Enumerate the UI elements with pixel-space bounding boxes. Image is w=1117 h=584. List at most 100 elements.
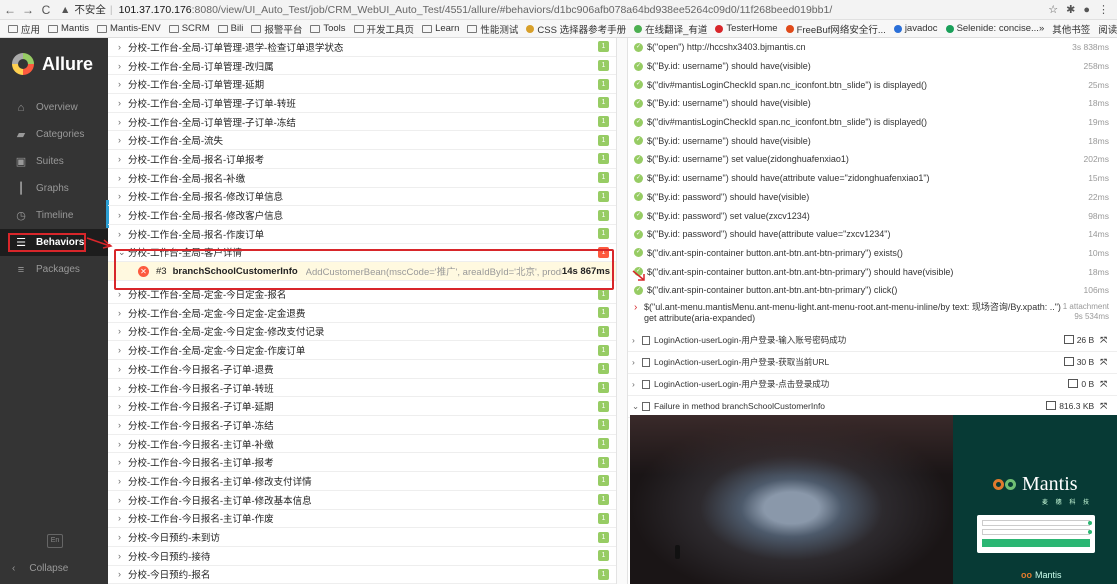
test-step[interactable]: ✓ $("By.id: username") should have(visibl… [628,131,1117,150]
allure-logo[interactable]: Allure [0,38,108,90]
menu-icon[interactable]: ⋮ [1098,3,1109,16]
bookmark-item[interactable]: FreeBuf网络安全行... [785,22,886,36]
test-step[interactable]: ✓ $("div#mantisLoginCheckId span.nc_iconf… [628,113,1117,132]
feature-row[interactable]: › 分校-工作台-全局-报名-作废订单 1 [108,225,616,244]
feature-row[interactable]: › 分校-工作台-全局-定金-今日定金-定金退费 1 [108,304,616,323]
test-step[interactable]: ✓ $("By.id: password") set value(zxcv1234… [628,206,1117,225]
test-step[interactable]: ✓ $("open") http://hccshx3403.bjmantis.cn… [628,38,1117,57]
bookmark-item[interactable]: Learn [422,23,459,34]
back-icon[interactable]: ← [2,2,18,18]
passed-check-icon: ✓ [634,98,643,108]
bookmark-item[interactable]: 性能测试 [467,22,518,36]
forward-icon[interactable]: → [20,2,36,18]
test-step[interactable]: ✓ $("By.id: username") should have(visibl… [628,94,1117,113]
feature-row[interactable]: › 分校-工作台-今日报名-主订单-作废 1 [108,510,616,529]
attachment-row[interactable]: › LoginAction-userLogin-用户登录-点击登录成功 0 B ⤧ [628,374,1117,396]
language-button[interactable]: En [47,534,63,548]
bookmark-item[interactable]: 报警平台 [251,22,302,36]
test-step[interactable]: ✓ $("By.id: username") should have(visibl… [628,57,1117,76]
feature-row[interactable]: › 分校-工作台-全局-流失 1 [108,131,616,151]
sidebar-item-overview[interactable]: ⌂ Overview [0,94,108,121]
bookmark-item[interactable]: SCRM [168,23,210,34]
passed-count-badge: 1 [598,419,609,431]
bookmark-item[interactable]: javadoc [893,23,938,34]
sidebar-item-timeline[interactable]: ◷ Timeline [0,202,108,229]
chevron-right-icon: › [118,513,121,524]
bookmark-item[interactable]: TesterHome [715,23,778,34]
sidebar-item-packages[interactable]: ≡ Packages [0,256,108,283]
test-step[interactable]: ✓ $("div.ant-spin-container button.ant-bt… [628,244,1117,263]
feature-row[interactable]: › 分校-工作台-今日报名-子订单-冻结 1 [108,416,616,435]
collapse-button[interactable]: ‹ Collapse [0,552,108,584]
bookmark-item[interactable]: 在线翻译_有道 [634,22,707,36]
feature-row[interactable]: › 分校-工作台-今日报名-主订单-修改支付详情 1 [108,472,616,491]
bookmark-overflow-item[interactable]: » [1039,23,1044,34]
bookmark-item[interactable]: Mantis-ENV [97,23,161,34]
sidebar-item-categories[interactable]: ▰ Categories [0,121,108,148]
passed-count-badge: 1 [598,325,609,337]
bookmark-item[interactable]: 应用 [8,22,40,36]
feature-row[interactable]: › 分校-工作台-今日报名-主订单-报考 1 [108,453,616,473]
pane-splitter[interactable] [616,38,628,584]
star-icon[interactable]: ☆ [1048,3,1058,16]
expand-arrows-icon[interactable]: ⤧ [1100,357,1107,368]
feature-row[interactable]: › 分校-今日预约-接待 1 [108,547,616,566]
feature-row[interactable]: › 分校-工作台-全局-订单管理-延期 1 [108,75,616,95]
feature-row[interactable]: › 分校-工作台-全局-订单管理-退学-检查订单退学状态 1 [108,38,616,57]
bookmark-item[interactable]: Mantis [48,23,89,34]
bookmark-item[interactable]: Tools [310,23,346,34]
passed-count-badge: 1 [598,134,609,146]
feature-row[interactable]: › 分校-工作台-全局-定金-今日定金-修改支付记录 1 [108,323,616,342]
reload-icon[interactable]: C [38,2,54,18]
test-step[interactable]: ✓ $("By.id: password") should have(visibl… [628,188,1117,207]
feature-row[interactable]: › 分校-今日预约-报名 1 [108,566,616,584]
feature-row[interactable]: › 分校-工作台-今日报名-子订单-退费 1 [108,360,616,379]
attachment-row[interactable]: › LoginAction-userLogin-用户登录-输入账号密码成功 26 B… [628,330,1117,352]
feature-row[interactable]: › 分校-工作台-全局-报名-修改客户信息 1 [108,206,616,225]
address-bar[interactable]: ▲ 不安全 | 101.37.170.176:8080/view/UI_Auto… [60,2,1040,18]
feature-row[interactable]: › 分校-工作台-今日报名-子订单-转班 1 [108,379,616,398]
bookmark-overflow-item[interactable]: 阅读清单 [1098,22,1117,36]
silhouette [675,545,680,559]
chevron-right-icon: › [118,307,121,318]
sidebar-item-graphs[interactable]: ┃ Graphs [0,175,108,202]
expand-arrows-icon[interactable]: ⤧ [1100,401,1107,412]
test-step[interactable]: ✓ $("By.id: username") should have(attrib… [628,169,1117,188]
feature-row[interactable]: › 分校-工作台-全局-定金-今日定金-作废订单 1 [108,341,616,360]
bookmark-item[interactable]: CSS 选择器参考手册 [526,22,626,36]
test-step[interactable]: ✓ $("div.ant-spin-container button.ant-bt… [628,281,1117,300]
sidebar-item-suites[interactable]: ▣ Suites [0,148,108,175]
failed-step[interactable]: › $("ul.ant-menu.mantisMenu.ant-menu-lig… [628,300,1117,330]
feature-row[interactable]: › 分校-工作台-全局-订单管理-子订单-冻结 1 [108,113,616,132]
test-step[interactable]: ✓ $("div#mantisLoginCheckId span.nc_iconf… [628,75,1117,94]
feature-row[interactable]: › 分校-工作台-全局-报名-订单报考 1 [108,150,616,169]
bookmark-label: FreeBuf网络安全行... [796,24,886,36]
passed-check-icon: ✓ [634,192,643,202]
extensions-icon[interactable]: ✱ [1066,3,1075,16]
feature-row[interactable]: › 分校-工作台-今日报名-主订单-修改基本信息 1 [108,491,616,510]
feature-row[interactable]: › 分校-工作台-全局-订单管理-改归属 1 [108,57,616,76]
test-step[interactable]: ✓ $("div.ant-spin-container button.ant-bt… [628,262,1117,281]
login-form [977,515,1095,553]
expand-arrows-icon[interactable]: ⤧ [1100,335,1107,346]
passed-count-badge: 1 [598,438,609,450]
bookmark-overflow-item[interactable]: 其他书签 [1052,22,1090,36]
attachment-row[interactable]: › LoginAction-userLogin-用户登录-获取当前URL 30 B ⤧ [628,352,1117,374]
bookmark-label: Bili [230,23,244,34]
failure-screenshot[interactable]: Mantis 麦 穗 科 技 oo Mantis [630,415,1117,584]
feature-row[interactable]: › 分校-工作台-今日报名-子订单-延期 1 [108,397,616,417]
feature-row[interactable]: › 分校-今日预约-未到访 1 [108,528,616,547]
test-step[interactable]: ✓ $("By.id: username") set value(zidonghu… [628,150,1117,169]
profile-icon[interactable]: ● [1083,4,1090,16]
bookmark-item[interactable]: Bili [217,23,244,34]
feature-row[interactable]: › 分校-工作台-全局-报名-补缴 1 [108,169,616,188]
test-step[interactable]: ✓ $("By.id: password") should have(attrib… [628,225,1117,244]
bookmark-item[interactable]: 开发工具页 [353,22,414,36]
expand-arrows-icon[interactable]: ⤧ [1100,379,1107,390]
step-duration: 98ms [1088,210,1109,221]
chevron-right-icon: › [118,172,121,183]
feature-row[interactable]: › 分校-工作台-今日报名-主订单-补缴 1 [108,435,616,454]
bookmark-item[interactable]: Selenide: concise... [945,23,1039,34]
feature-row[interactable]: › 分校-工作台-全局-订单管理-子订单-转班 1 [108,94,616,113]
feature-row[interactable]: › 分校-工作台-全局-报名-修改订单信息 1 [108,188,616,207]
